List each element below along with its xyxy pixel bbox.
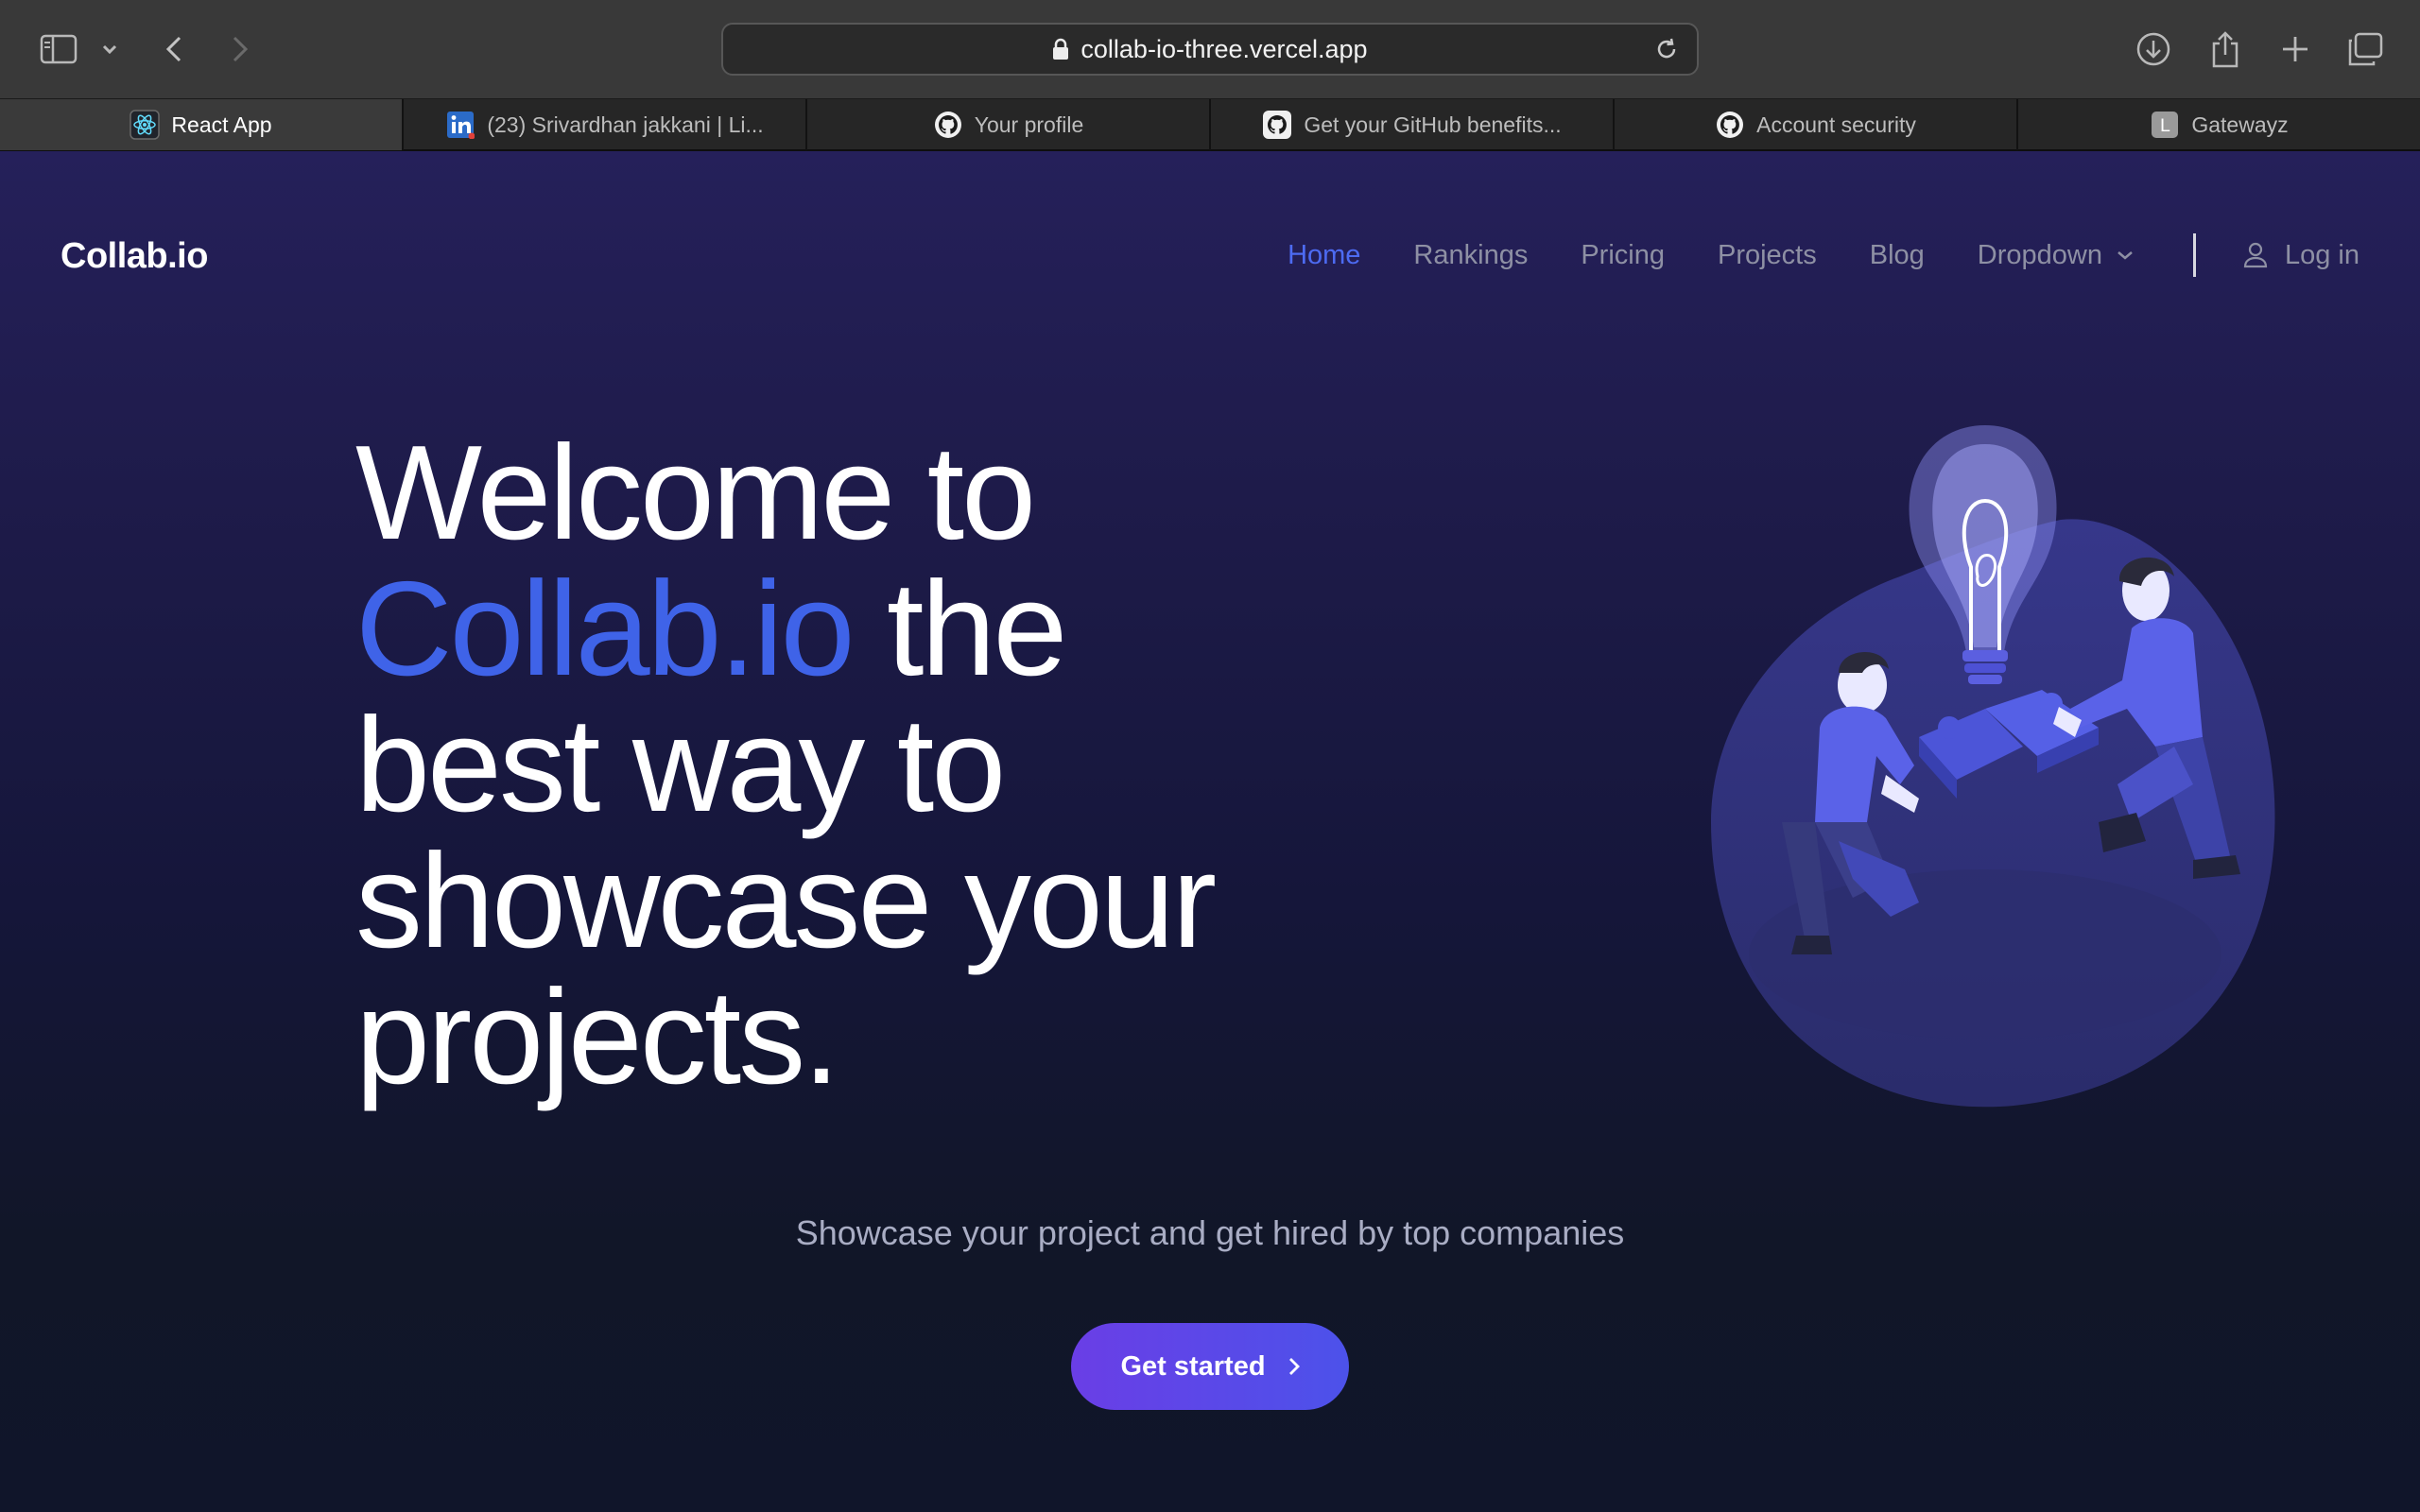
reload-icon[interactable]	[1653, 36, 1680, 62]
tab-github-benefits[interactable]: Get your GitHub benefits...	[1209, 99, 1613, 150]
github-icon	[1715, 110, 1745, 140]
login-link[interactable]: Log in	[2243, 240, 2360, 271]
chevron-right-icon	[1288, 1358, 1300, 1375]
tab-linkedin[interactable]: (23) Srivardhan jakkani | Li...	[402, 99, 805, 150]
hero-accent: Collab.io	[355, 554, 856, 704]
github-icon	[933, 110, 963, 140]
teamwork-illustration	[1711, 425, 2275, 1108]
tab-label: React App	[171, 112, 272, 137]
tab-label: Get your GitHub benefits...	[1304, 112, 1562, 137]
nav-home[interactable]: Home	[1288, 240, 1360, 271]
nav-projects[interactable]: Projects	[1718, 240, 1817, 271]
nav-divider	[2192, 233, 2196, 277]
tab-label: Gatewayz	[2191, 112, 2289, 137]
linkedin-icon	[445, 110, 475, 140]
hero-line-5: projects.	[355, 962, 840, 1112]
tab-overview-icon[interactable]	[2346, 25, 2384, 74]
tab-label: Account security	[1756, 112, 1916, 137]
main-nav: Home Rankings Pricing Projects Blog Drop…	[1288, 231, 2360, 280]
get-started-label: Get started	[1120, 1350, 1266, 1382]
hero-line-4: showcase your	[355, 826, 1217, 976]
hero-title: Welcome to Collab.io the best way to sho…	[355, 425, 1301, 1106]
tab-react-app[interactable]: React App	[0, 99, 402, 150]
tab-label: Your profile	[974, 112, 1084, 137]
hero-line-3: best way to	[355, 690, 1006, 840]
forward-icon[interactable]	[225, 25, 255, 74]
react-icon	[130, 110, 161, 140]
svg-text:L: L	[2160, 115, 2170, 136]
nav-dropdown[interactable]: Dropdown	[1978, 240, 2135, 271]
tab-label: (23) Srivardhan jakkani | Li...	[487, 112, 764, 137]
downloads-icon[interactable]	[2135, 25, 2172, 74]
nav-blog[interactable]: Blog	[1870, 240, 1925, 271]
hero-line-1: Welcome to	[355, 418, 1036, 568]
nav-rankings[interactable]: Rankings	[1413, 240, 1528, 271]
nav-pricing[interactable]: Pricing	[1581, 240, 1665, 271]
address-bar[interactable]: collab-io-three.vercel.app	[721, 23, 1699, 76]
share-icon[interactable]	[2206, 25, 2244, 74]
login-label: Log in	[2284, 239, 2360, 270]
browser-toolbar: collab-io-three.vercel.app	[0, 0, 2420, 98]
new-tab-icon[interactable]	[2276, 25, 2314, 74]
chevron-down-icon[interactable]	[98, 25, 121, 74]
hero-subtitle: Showcase your project and get hired by t…	[795, 1213, 1625, 1252]
hero-line-2: the	[852, 554, 1067, 704]
tab-gatewayz[interactable]: L Gatewayz	[2016, 99, 2420, 150]
url-text: collab-io-three.vercel.app	[1080, 34, 1368, 63]
letter-l-icon: L	[2150, 110, 2180, 140]
get-started-button[interactable]: Get started	[1071, 1323, 1349, 1410]
chevron-down-icon	[2118, 251, 2133, 260]
nav-dropdown-label: Dropdown	[1977, 239, 2102, 270]
tab-your-profile[interactable]: Your profile	[805, 99, 1209, 150]
brand-logo[interactable]: Collab.io	[60, 236, 208, 277]
tab-bar: React App (23) Srivardhan jakkani | Li..…	[0, 98, 2420, 151]
lock-icon	[1052, 38, 1069, 60]
web-page: Collab.io Home Rankings Pricing Projects…	[0, 151, 2420, 1512]
github-icon	[1262, 110, 1292, 140]
tab-account-security[interactable]: Account security	[1613, 99, 2016, 150]
user-icon	[2243, 242, 2268, 268]
sidebar-toggle-icon[interactable]	[36, 25, 81, 74]
back-icon[interactable]	[159, 25, 189, 74]
